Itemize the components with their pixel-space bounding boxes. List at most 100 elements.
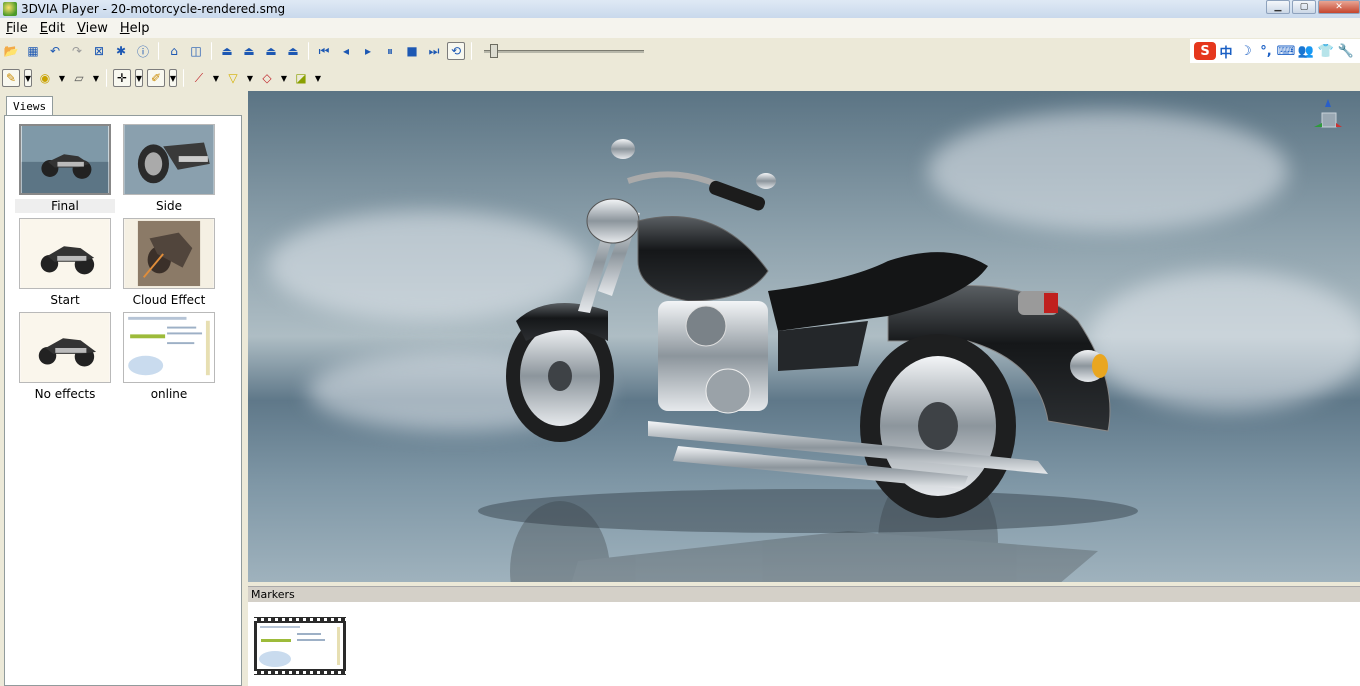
properties-icon[interactable]: ✱ — [112, 42, 130, 60]
ime-tray: S 中 ☽ °, ⌨ 👥 👕 🔧 — [1190, 39, 1360, 63]
film-perforations — [254, 618, 346, 621]
menu-help[interactable]: Help — [114, 21, 156, 36]
toolbar-separator — [183, 69, 184, 87]
measure-dropdown[interactable]: ▼ — [212, 69, 220, 87]
loop-icon[interactable]: ⟲ — [447, 42, 465, 60]
shading-icon[interactable]: ◉ — [36, 69, 54, 87]
view-thumbnail[interactable] — [19, 124, 111, 195]
app-icon — [3, 2, 17, 16]
pause-icon[interactable]: ⏸ — [381, 42, 399, 60]
main-toolbar: 📂 ▦ ↶ ↷ ⊠ ✱ ⓘ ⌂ ◫ ⏏ ⏏ ⏏ ⏏ ⏮ ◂ ▸ ⏸ ■ ⏭ ⟲ — [0, 39, 1360, 63]
camera-d-icon[interactable]: ⏏ — [284, 42, 302, 60]
view-thumbnail[interactable] — [19, 312, 111, 383]
markup-dropdown[interactable]: ▼ — [280, 69, 288, 87]
view-label: Side — [156, 199, 182, 213]
view-thumbnail[interactable] — [123, 218, 215, 289]
close-button[interactable]: ✕ — [1318, 0, 1360, 14]
redo-icon[interactable]: ↷ — [68, 42, 86, 60]
move-dropdown[interactable]: ▼ — [135, 69, 143, 87]
paint-icon[interactable]: ✐ — [147, 69, 165, 87]
views-panel: Views Final Side Start Cloud Effect No e… — [2, 92, 242, 686]
secondary-toolbar: ✎ ▼ ◉ ▼ ▱ ▼ ✛ ▼ ✐ ▼ ⟋ ▼ ▽ ▼ ◇ ▼ ◪ ▼ — [0, 66, 1360, 90]
menu-file[interactable]: File — [0, 21, 34, 36]
marker-thumbnail[interactable] — [257, 623, 343, 669]
view-thumbnail[interactable] — [123, 312, 215, 383]
sogou-icon[interactable]: S — [1194, 42, 1216, 60]
cross-section-icon[interactable]: ⊠ — [90, 42, 108, 60]
annotate-dropdown[interactable]: ▼ — [246, 69, 254, 87]
view-item-no-effects[interactable]: No effects — [15, 312, 119, 406]
toolbar-separator — [471, 42, 472, 60]
view-item-side[interactable]: Side — [119, 124, 223, 218]
views-grid: Final Side Start Cloud Effect No effects… — [15, 124, 223, 406]
view-label: Start — [50, 293, 80, 307]
chinese-mode-icon[interactable]: 中 — [1216, 42, 1236, 61]
view-thumbnail[interactable] — [19, 218, 111, 289]
view-label: online — [150, 387, 188, 401]
maximize-button[interactable]: ▢ — [1292, 0, 1316, 14]
markers-panel — [248, 602, 1360, 686]
toolbar-separator — [158, 42, 159, 60]
punctuation-icon[interactable]: °, — [1256, 42, 1276, 60]
3d-viewport[interactable] — [248, 91, 1360, 582]
shading-dropdown[interactable]: ▼ — [58, 69, 66, 87]
publish-dropdown[interactable]: ▼ — [314, 69, 322, 87]
layers-icon[interactable]: ▱ — [70, 69, 88, 87]
keyboard-icon[interactable]: ⌨ — [1276, 42, 1296, 60]
marker-item[interactable] — [254, 617, 346, 675]
view-item-cloud-effect[interactable]: Cloud Effect — [119, 218, 223, 312]
window-title: 3DVIA Player - 20-motorcycle-rendered.sm… — [21, 2, 286, 16]
publish-icon[interactable]: ◪ — [292, 69, 310, 87]
annotate-icon[interactable]: ▽ — [224, 69, 242, 87]
toolbar-separator — [308, 42, 309, 60]
view-label: Final — [15, 199, 115, 213]
menu-edit[interactable]: Edit — [34, 21, 71, 36]
menu-bar: File Edit View Help — [0, 18, 1360, 38]
tab-views[interactable]: Views — [6, 96, 54, 116]
view-item-final[interactable]: Final — [15, 124, 119, 218]
camera-a-icon[interactable]: ⏏ — [218, 42, 236, 60]
markers-header: Markers — [248, 586, 1360, 602]
render-mode-dropdown[interactable]: ▼ — [24, 69, 32, 87]
title-bar: 3DVIA Player - 20-motorcycle-rendered.sm… — [0, 0, 1360, 18]
view-thumbnail[interactable] — [123, 124, 215, 195]
measure-icon[interactable]: ⟋ — [190, 69, 208, 87]
slider-thumb[interactable] — [490, 44, 498, 58]
view-item-online[interactable]: online — [119, 312, 223, 406]
minimize-button[interactable]: ▁ — [1266, 0, 1290, 14]
motorcycle-model[interactable] — [248, 91, 1360, 582]
timeline-slider[interactable] — [484, 42, 644, 60]
play-icon[interactable]: ▸ — [359, 42, 377, 60]
next-icon[interactable]: ⏭ — [425, 42, 443, 60]
window-controls: ▁ ▢ ✕ — [1264, 0, 1360, 14]
render-mode-icon[interactable]: ✎ — [2, 69, 20, 87]
wrench-icon[interactable]: 🔧 — [1336, 42, 1356, 60]
markup-icon[interactable]: ◇ — [258, 69, 276, 87]
menu-view[interactable]: View — [71, 21, 114, 36]
view-label: No effects — [34, 387, 96, 401]
users-icon[interactable]: 👥 — [1296, 42, 1316, 60]
camera-b-icon[interactable]: ⏏ — [240, 42, 258, 60]
film-perforations — [254, 671, 346, 674]
undo-icon[interactable]: ↶ — [46, 42, 64, 60]
open-icon[interactable]: 📂 — [2, 42, 20, 60]
stop-icon[interactable]: ■ — [403, 42, 421, 60]
view-item-start[interactable]: Start — [15, 218, 119, 312]
first-icon[interactable]: ⏮ — [315, 42, 333, 60]
view-label: Cloud Effect — [132, 293, 206, 307]
slider-track — [484, 50, 644, 53]
paint-dropdown[interactable]: ▼ — [169, 69, 177, 87]
save-icon[interactable]: ▦ — [24, 42, 42, 60]
view-icon[interactable]: ◫ — [187, 42, 205, 60]
shirt-icon[interactable]: 👕 — [1316, 42, 1336, 60]
camera-c-icon[interactable]: ⏏ — [262, 42, 280, 60]
toolbar-separator — [106, 69, 107, 87]
toolbar-separator — [211, 42, 212, 60]
info-icon[interactable]: ⓘ — [134, 42, 152, 60]
prev-icon[interactable]: ◂ — [337, 42, 355, 60]
views-body: Final Side Start Cloud Effect No effects… — [4, 115, 242, 686]
layers-dropdown[interactable]: ▼ — [92, 69, 100, 87]
move-icon[interactable]: ✛ — [113, 69, 131, 87]
home-icon[interactable]: ⌂ — [165, 42, 183, 60]
moon-icon[interactable]: ☽ — [1236, 42, 1256, 60]
